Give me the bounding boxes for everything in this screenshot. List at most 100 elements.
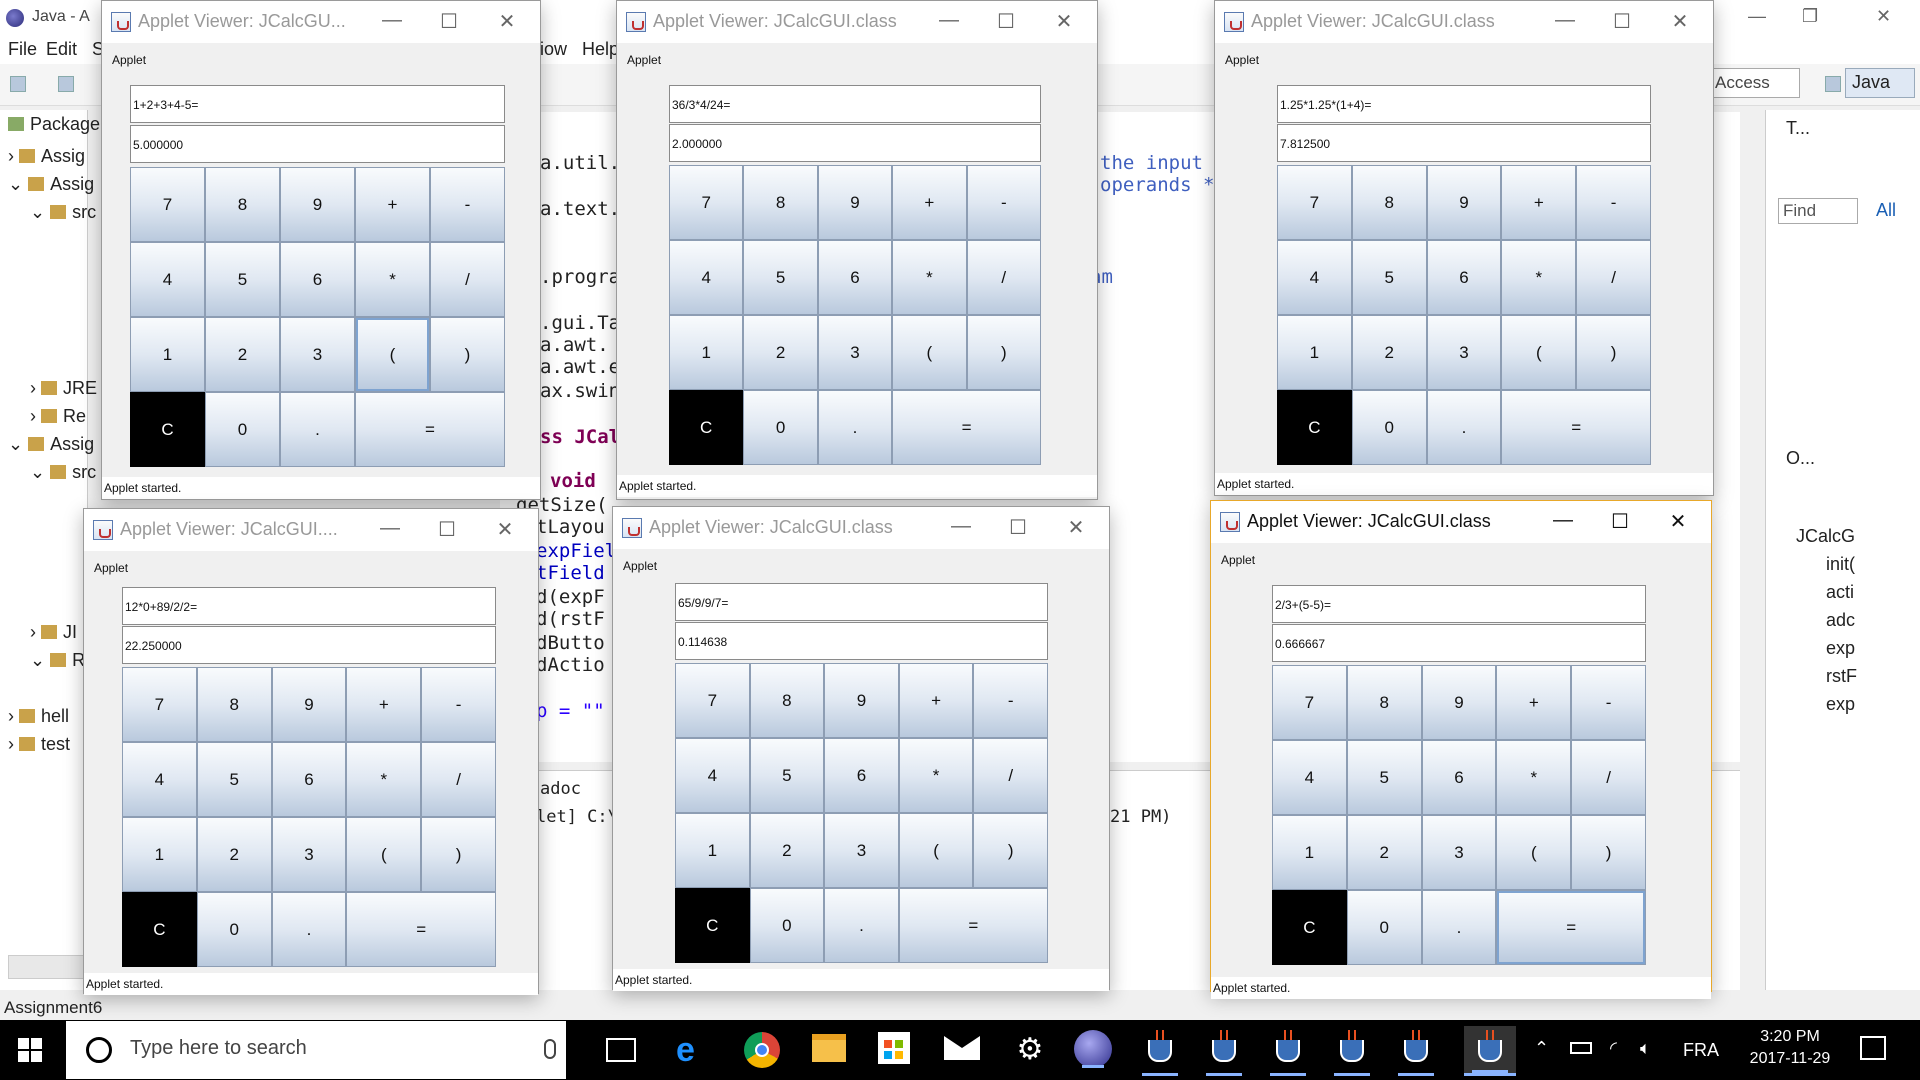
taskbar-search-box[interactable]: Type here to search <box>66 1021 566 1079</box>
clear-button[interactable]: C <box>669 390 744 465</box>
digit-2-button[interactable]: 2 <box>1351 315 1427 390</box>
digit-7-button[interactable]: 7 <box>130 167 205 242</box>
quick-access-input[interactable]: Access <box>1710 68 1800 98</box>
digit-4-button[interactable]: 4 <box>675 738 750 813</box>
digit-8-button[interactable]: 8 <box>743 165 818 240</box>
minimize-icon[interactable]: — <box>377 9 407 32</box>
outline-member[interactable]: exp <box>1826 638 1855 659</box>
minus-button[interactable]: - <box>430 167 505 242</box>
digit-0-button[interactable]: 0 <box>743 390 818 465</box>
multiply-button[interactable]: * <box>1496 740 1572 815</box>
digit-0-button[interactable]: 0 <box>1346 890 1422 965</box>
java-taskbar-icon[interactable] <box>1326 1026 1378 1076</box>
digit-8-button[interactable]: 8 <box>749 663 825 738</box>
digit-1-button[interactable]: 1 <box>669 315 744 390</box>
clear-button[interactable]: C <box>675 888 750 963</box>
minus-button[interactable]: - <box>421 667 496 742</box>
applet-menu[interactable]: Applet <box>112 53 146 67</box>
digit-2-button[interactable]: 2 <box>1346 815 1422 890</box>
maximize-icon[interactable]: ☐ <box>1607 9 1637 34</box>
digit-0-button[interactable]: 0 <box>749 888 825 963</box>
equals-button[interactable]: = <box>1496 890 1646 965</box>
language-indicator[interactable]: FRA <box>1683 1040 1719 1061</box>
digit-1-button[interactable]: 1 <box>130 317 205 392</box>
digit-7-button[interactable]: 7 <box>675 663 750 738</box>
digit-6-button[interactable]: 6 <box>1426 240 1502 315</box>
java-taskbar-icon[interactable] <box>1134 1026 1186 1076</box>
digit-1-button[interactable]: 1 <box>675 813 750 888</box>
maximize-icon[interactable]: ☐ <box>1003 515 1033 540</box>
decimal-button[interactable]: . <box>1426 390 1502 465</box>
digit-8-button[interactable]: 8 <box>1351 165 1427 240</box>
plus-button[interactable]: + <box>1501 165 1577 240</box>
expression-field[interactable]: 1+2+3+4-5= <box>130 85 505 123</box>
mail-icon[interactable] <box>944 1036 980 1060</box>
close-icon[interactable]: ✕ <box>492 9 522 34</box>
multiply-button[interactable]: * <box>898 738 974 813</box>
decimal-button[interactable]: . <box>280 392 355 467</box>
applet-titlebar[interactable]: Applet Viewer: JCalcGUI.class — ☐ ✕ <box>1211 501 1711 543</box>
divide-button[interactable]: / <box>1571 740 1646 815</box>
digit-5-button[interactable]: 5 <box>1351 240 1427 315</box>
digit-0-button[interactable]: 0 <box>205 392 280 467</box>
close-icon[interactable]: ✕ <box>1049 9 1079 34</box>
open-paren-button[interactable]: ( <box>355 317 430 392</box>
minimize-icon[interactable]: — <box>1548 509 1578 532</box>
applet-viewer-window[interactable]: Applet Viewer: JCalcGU... — ☐ ✕ Applet 1+2+3+… <box>101 0 541 500</box>
expression-field[interactable]: 2/3+(5-5)= <box>1272 585 1646 623</box>
digit-3-button[interactable]: 3 <box>271 817 347 892</box>
java-taskbar-icon[interactable] <box>1464 1026 1516 1076</box>
settings-icon[interactable]: ⚙ <box>1010 1030 1050 1070</box>
tree-item[interactable]: › hell <box>8 706 69 727</box>
task-list-title[interactable]: T... <box>1786 118 1810 139</box>
digit-2-button[interactable]: 2 <box>749 813 825 888</box>
clear-button[interactable]: C <box>1272 890 1347 965</box>
close-icon[interactable]: ✕ <box>1663 509 1693 534</box>
minimize-icon[interactable]: — <box>1550 9 1580 32</box>
equals-button[interactable]: = <box>892 390 1041 465</box>
decimal-button[interactable]: . <box>824 888 899 963</box>
horizontal-scrollbar[interactable] <box>8 955 88 979</box>
javadoc-tab[interactable]: adoc <box>540 779 581 799</box>
edge-icon[interactable]: e <box>676 1030 716 1070</box>
divide-button[interactable]: / <box>1576 240 1651 315</box>
digit-6-button[interactable]: 6 <box>271 742 347 817</box>
menu-file[interactable]: File <box>8 39 37 60</box>
digit-8-button[interactable]: 8 <box>1346 665 1422 740</box>
minus-button[interactable]: - <box>966 165 1041 240</box>
applet-viewer-window[interactable]: Applet Viewer: JCalcGUI.class — ☐ ✕ Applet 65… <box>612 506 1110 991</box>
close-paren-button[interactable]: ) <box>973 813 1048 888</box>
digit-8-button[interactable]: 8 <box>196 667 272 742</box>
applet-viewer-window[interactable]: Applet Viewer: JCalcGUI.class — ☐ ✕ Applet 1.… <box>1214 0 1714 496</box>
outline-member[interactable]: acti <box>1826 582 1854 603</box>
applet-viewer-window[interactable]: Applet Viewer: JCalcGUI.class — ☐ ✕ Applet 2/… <box>1210 500 1712 999</box>
applet-menu[interactable]: Applet <box>94 561 128 575</box>
multiply-button[interactable]: * <box>355 242 430 317</box>
open-paren-button[interactable]: ( <box>898 813 974 888</box>
network-icon[interactable]: ◜ <box>1610 1038 1617 1059</box>
all-link[interactable]: All <box>1876 200 1896 221</box>
close-paren-button[interactable]: ) <box>430 317 505 392</box>
outline-member[interactable]: exp <box>1826 694 1855 715</box>
digit-5-button[interactable]: 5 <box>1346 740 1422 815</box>
plus-button[interactable]: + <box>892 165 967 240</box>
store-icon[interactable] <box>878 1032 910 1064</box>
digit-2-button[interactable]: 2 <box>196 817 272 892</box>
digit-6-button[interactable]: 6 <box>1421 740 1497 815</box>
multiply-button[interactable]: * <box>892 240 967 315</box>
outline-title[interactable]: O... <box>1786 448 1815 469</box>
eclipse-icon[interactable] <box>1074 1030 1112 1068</box>
outline-member[interactable]: adc <box>1826 610 1855 631</box>
applet-menu[interactable]: Applet <box>623 559 657 573</box>
close-paren-button[interactable]: ) <box>966 315 1041 390</box>
applet-titlebar[interactable]: Applet Viewer: JCalcGUI.class — ☐ ✕ <box>617 1 1097 43</box>
applet-titlebar[interactable]: Applet Viewer: JCalcGU... — ☐ ✕ <box>102 1 540 43</box>
result-field[interactable]: 5.000000 <box>130 125 505 163</box>
digit-0-button[interactable]: 0 <box>1351 390 1427 465</box>
result-field[interactable]: 0.114638 <box>675 622 1048 660</box>
minus-button[interactable]: - <box>1571 665 1646 740</box>
digit-5-button[interactable]: 5 <box>743 240 818 315</box>
decimal-button[interactable]: . <box>271 892 347 967</box>
java-taskbar-icon[interactable] <box>1198 1026 1250 1076</box>
applet-viewer-window[interactable]: Applet Viewer: JCalcGUI.... — ☐ ✕ Applet 12*0… <box>83 508 539 995</box>
